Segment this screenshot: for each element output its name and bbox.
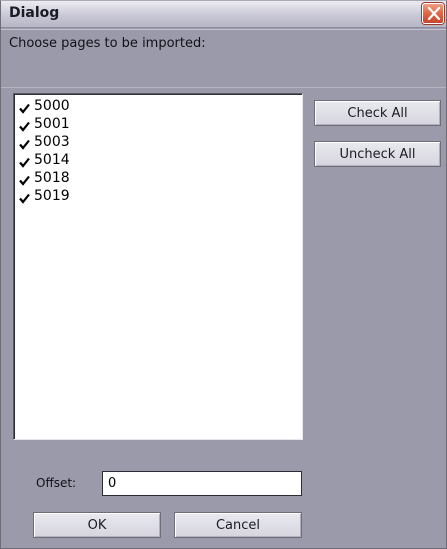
prompt-divider <box>1 87 446 88</box>
checkbox-checked-icon[interactable] <box>18 154 31 168</box>
list-item-label: 5001 <box>34 116 70 132</box>
list-item[interactable]: 5001 <box>18 115 70 133</box>
list-item-label: 5018 <box>34 170 70 186</box>
list-item-label: 5000 <box>34 98 70 114</box>
cancel-button[interactable]: Cancel <box>174 512 302 538</box>
checkbox-checked-icon[interactable] <box>18 100 31 114</box>
list-item-label: 5014 <box>34 152 70 168</box>
dialog-window: Dialog Choose pages to be imported: 5000… <box>0 0 447 549</box>
offset-input[interactable]: 0 <box>102 471 302 496</box>
list-item[interactable]: 5019 <box>18 187 70 205</box>
dialog-title: Dialog <box>9 5 60 21</box>
dialog-prompt: Choose pages to be imported: <box>9 36 206 51</box>
checkbox-checked-icon[interactable] <box>18 190 31 204</box>
list-item[interactable]: 5014 <box>18 151 70 169</box>
ok-button[interactable]: OK <box>33 512 161 538</box>
check-all-button[interactable]: Check All <box>314 100 441 126</box>
offset-label: Offset: <box>36 476 77 490</box>
list-item[interactable]: 5003 <box>18 133 70 151</box>
close-icon <box>427 7 441 20</box>
list-item-label: 5019 <box>34 188 70 204</box>
header-divider <box>1 29 446 30</box>
uncheck-all-button[interactable]: Uncheck All <box>314 141 441 167</box>
pages-list[interactable]: 5000 5001 5003 5014 5018 5019 <box>13 93 303 440</box>
checkbox-checked-icon[interactable] <box>18 136 31 150</box>
checkbox-checked-icon[interactable] <box>18 172 31 186</box>
close-button[interactable] <box>422 3 444 24</box>
checkbox-checked-icon[interactable] <box>18 118 31 132</box>
list-item[interactable]: 5018 <box>18 169 70 187</box>
list-item-label: 5003 <box>34 134 70 150</box>
list-item[interactable]: 5000 <box>18 97 70 115</box>
title-bar[interactable]: Dialog <box>1 1 446 28</box>
